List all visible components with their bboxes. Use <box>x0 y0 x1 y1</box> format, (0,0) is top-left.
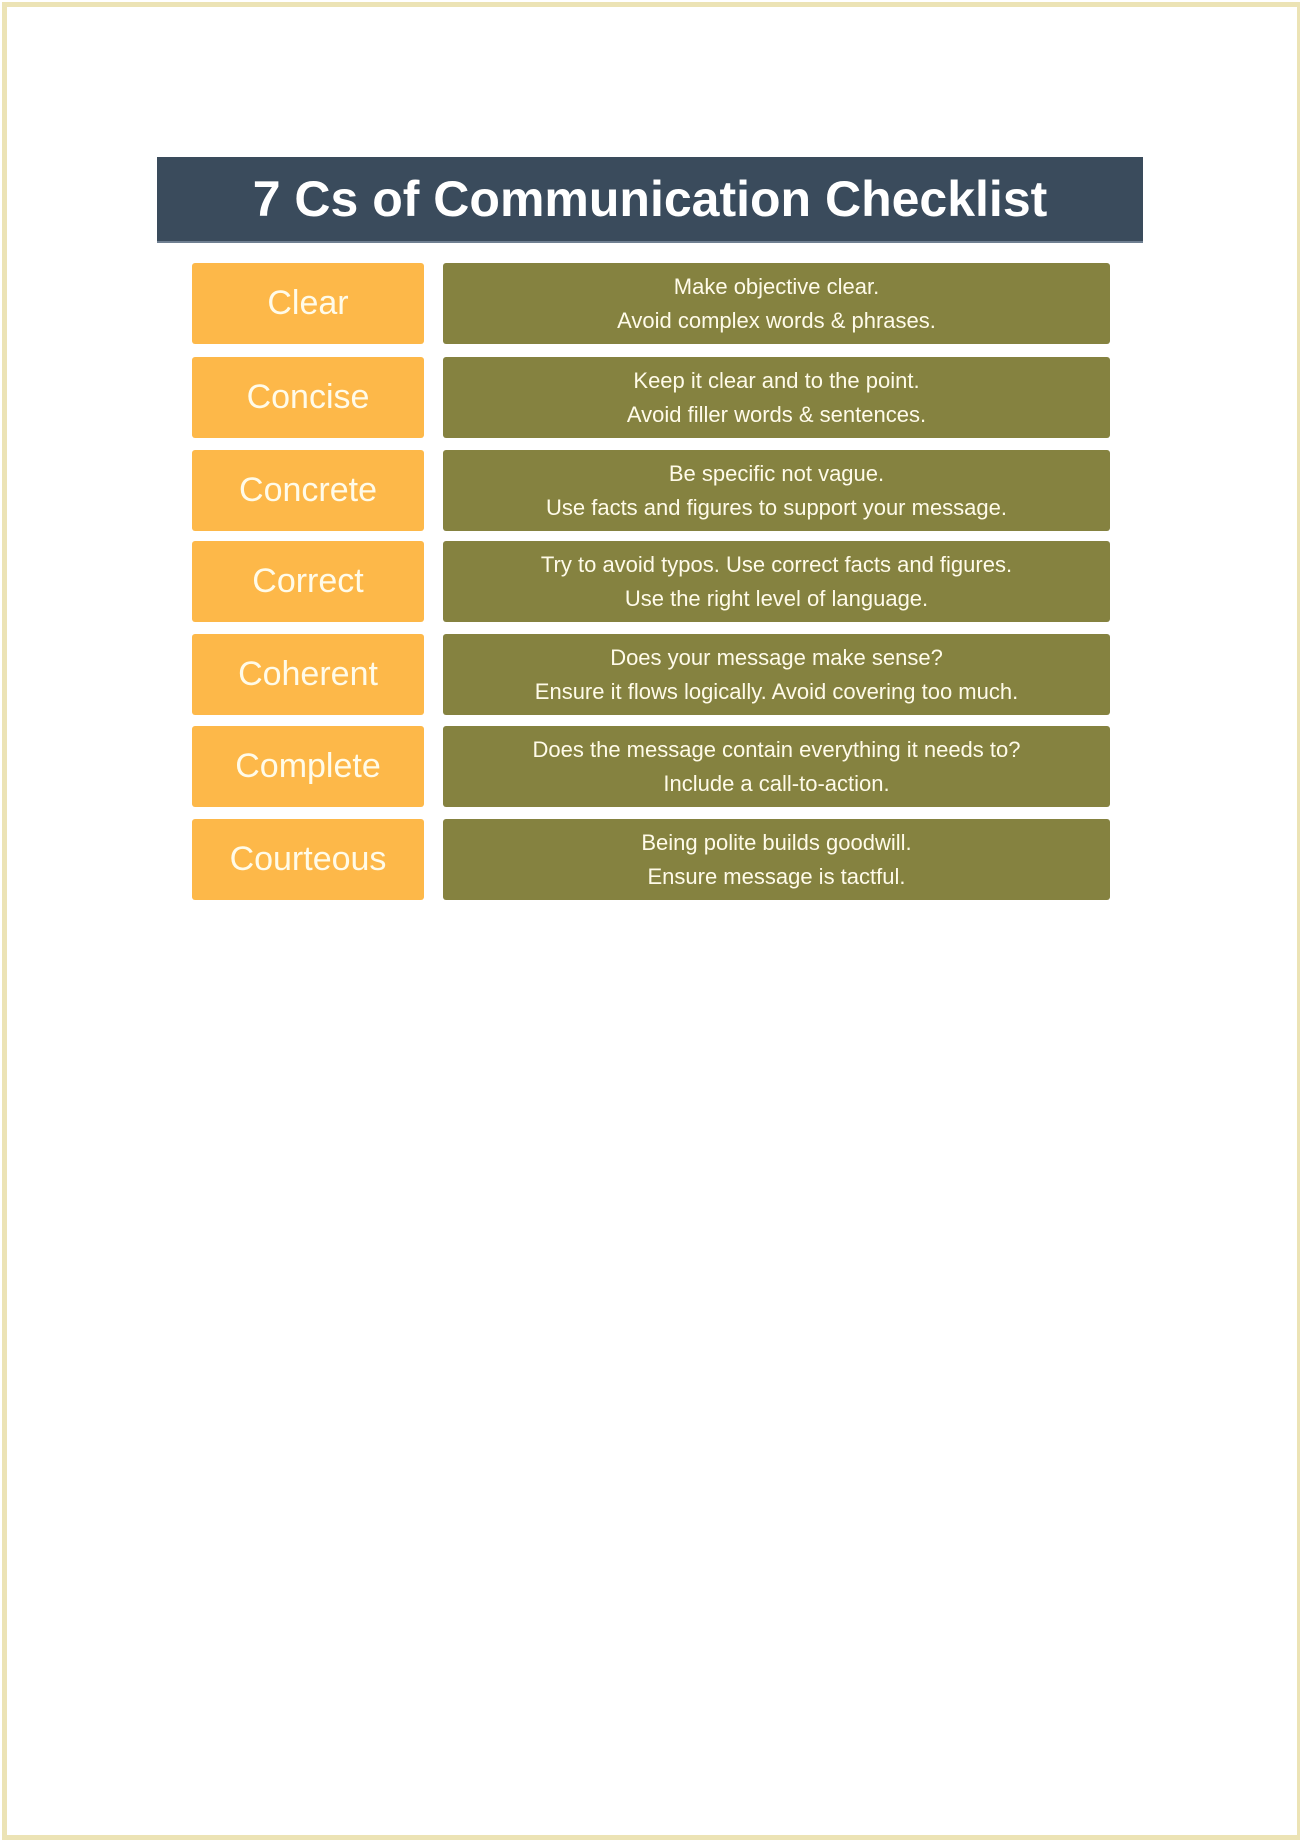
description-line: Ensure it flows logically. Avoid coverin… <box>534 678 1019 704</box>
term-label: Concrete <box>192 450 424 531</box>
term-description: Does the message contain everything it n… <box>443 726 1110 807</box>
term-label: Concise <box>192 357 424 438</box>
term-description: Keep it clear and to the point. Avoid fi… <box>443 357 1110 438</box>
term-label: Complete <box>192 726 424 807</box>
term-label: Coherent <box>192 634 424 715</box>
term-label: Clear <box>192 263 424 344</box>
term-description: Being polite builds goodwill. Ensure mes… <box>443 819 1110 900</box>
description-line: Try to avoid typos. Use correct facts an… <box>540 551 1013 577</box>
checklist-row-coherent: Coherent Does your message make sense? E… <box>0 634 1300 715</box>
title-banner: 7 Cs of Communication Checklist <box>157 157 1143 243</box>
description-line: Avoid complex words & phrases. <box>617 307 936 333</box>
description-line: Being polite builds goodwill. <box>641 829 912 855</box>
description-line: Use the right level of language. <box>624 585 929 611</box>
term-description: Try to avoid typos. Use correct facts an… <box>443 541 1110 622</box>
description-line: Be specific not vague. <box>668 460 885 486</box>
checklist-row-correct: Correct Try to avoid typos. Use correct … <box>0 541 1300 622</box>
description-line: Make objective clear. <box>673 273 880 299</box>
term-label: Correct <box>192 541 424 622</box>
term-description: Does your message make sense? Ensure it … <box>443 634 1110 715</box>
checklist-row-concise: Concise Keep it clear and to the point. … <box>0 357 1300 438</box>
description-line: Use facts and figures to support your me… <box>545 494 1007 520</box>
description-line: Ensure message is tactful. <box>647 863 906 889</box>
term-description: Be specific not vague. Use facts and fig… <box>443 450 1110 531</box>
description-line: Does the message contain everything it n… <box>532 736 1021 762</box>
term-label: Courteous <box>192 819 424 900</box>
description-line: Does your message make sense? <box>610 644 943 670</box>
checklist-row-clear: Clear Make objective clear. Avoid comple… <box>0 263 1300 344</box>
page-title: 7 Cs of Communication Checklist <box>252 171 1048 227</box>
checklist-row-complete: Complete Does the message contain everyt… <box>0 726 1300 807</box>
checklist-row-courteous: Courteous Being polite builds goodwill. … <box>0 819 1300 900</box>
checklist-row-concrete: Concrete Be specific not vague. Use fact… <box>0 450 1300 531</box>
term-description: Make objective clear. Avoid complex word… <box>443 263 1110 344</box>
description-line: Keep it clear and to the point. <box>633 367 920 393</box>
description-line: Avoid filler words & sentences. <box>626 401 927 427</box>
description-line: Include a call-to-action. <box>663 770 890 796</box>
